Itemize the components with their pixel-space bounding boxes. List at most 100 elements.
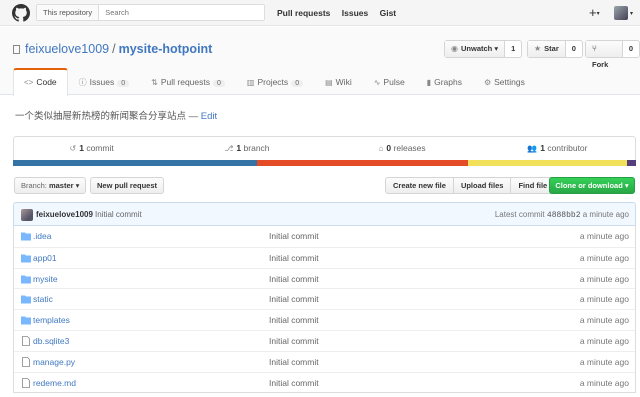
file-row[interactable]: db.sqlite3 Initial commit a minute ago xyxy=(14,329,635,351)
repo-summary: ↺ 1 commit ⎇ 1 branch ⌂ 0 releases 👥 1 contr… xyxy=(13,136,636,160)
folder-icon xyxy=(21,316,31,325)
language-segment xyxy=(256,160,469,166)
nav-gist[interactable]: Gist xyxy=(380,8,397,18)
file-row[interactable]: manage.py Initial commit a minute ago xyxy=(14,350,635,372)
file-commit-message[interactable]: Initial commit xyxy=(269,231,319,241)
pr-count: 0 xyxy=(213,80,225,87)
language-segment xyxy=(468,160,627,166)
repo-owner-link[interactable]: feixuelove1009 xyxy=(25,42,109,56)
tab-pull-requests[interactable]: ⇅ Pull requests 0 xyxy=(140,68,236,96)
project-icon: ▥ xyxy=(246,78,255,87)
new-pull-request-button[interactable]: New pull request xyxy=(90,177,165,194)
nav-pull-requests[interactable]: Pull requests xyxy=(277,8,330,18)
star-count[interactable]: 0 xyxy=(566,41,582,57)
graph-icon: ▮ xyxy=(426,78,432,87)
avatar-chevron-down-icon[interactable]: ▾ xyxy=(630,10,633,17)
repo-title: feixuelove1009/mysite-hotpoint xyxy=(13,42,212,56)
search-scope-label: This repository xyxy=(37,5,100,20)
branch-select[interactable]: Branch: master ▾ xyxy=(14,177,87,194)
top-header: This repository Pull requests Issues Gis… xyxy=(0,0,640,26)
file-name-link[interactable]: static xyxy=(33,294,53,304)
commit-author[interactable]: feixuelove1009 xyxy=(36,210,93,219)
file-commit-message[interactable]: Initial commit xyxy=(269,357,319,367)
repo-separator: / xyxy=(112,42,116,56)
top-nav: Pull requests Issues Gist xyxy=(277,8,405,18)
file-row[interactable]: app01 Initial commit a minute ago xyxy=(14,246,635,268)
file-commit-message[interactable]: Initial commit xyxy=(269,274,319,284)
create-new-button[interactable]: +▾ xyxy=(589,5,600,20)
issues-count: 0 xyxy=(117,80,130,87)
language-segment xyxy=(626,160,636,166)
nav-issues[interactable]: Issues xyxy=(342,8,368,18)
file-row[interactable]: mysite Initial commit a minute ago xyxy=(14,267,635,289)
releases-link[interactable]: ⌂ 0 releases xyxy=(325,137,480,160)
tab-code[interactable]: <> Code xyxy=(13,68,68,96)
file-commit-message[interactable]: Initial commit xyxy=(269,253,319,263)
contributors-link[interactable]: 👥 1 contributor xyxy=(480,137,635,160)
commit-sha[interactable]: 4888bb2 xyxy=(547,211,581,220)
edit-description-link[interactable]: Edit xyxy=(201,111,217,122)
file-age: a minute ago xyxy=(579,252,629,263)
fork-count[interactable]: 0 xyxy=(623,41,639,57)
eye-icon: ◉ xyxy=(451,44,458,53)
file-age: a minute ago xyxy=(579,315,629,326)
file-commit-message[interactable]: Initial commit xyxy=(269,294,319,304)
file-name-link[interactable]: templates xyxy=(33,315,70,325)
file-row[interactable]: redeme.md Initial commit a minute ago xyxy=(14,371,635,393)
commit-author-avatar[interactable] xyxy=(21,209,33,221)
latest-commit-info: Latest commit 4888bb2 a minute ago xyxy=(494,210,629,220)
upload-files-button[interactable]: Upload files xyxy=(454,178,512,193)
wiki-icon: ▤ xyxy=(325,78,333,87)
file-name-link[interactable]: mysite xyxy=(33,274,58,284)
star-group: ★ Star 0 xyxy=(527,40,583,58)
branches-link[interactable]: ⎇ 1 branch xyxy=(169,137,324,160)
folder-icon xyxy=(21,275,31,284)
people-icon: 👥 xyxy=(527,144,538,153)
file-name-link[interactable]: .idea xyxy=(33,231,51,241)
tab-pulse[interactable]: ∿ Pulse xyxy=(363,68,416,96)
file-age: a minute ago xyxy=(579,377,629,388)
search-box[interactable]: This repository xyxy=(36,4,265,21)
file-actions: Create new file Upload files Find file xyxy=(385,177,556,194)
file-age: a minute ago xyxy=(579,231,629,241)
gear-icon: ⚙ xyxy=(483,78,492,87)
file-name-link[interactable]: redeme.md xyxy=(33,378,76,388)
user-avatar[interactable] xyxy=(614,6,628,20)
folder-icon xyxy=(21,295,31,304)
tab-wiki[interactable]: ▤ Wiki xyxy=(314,68,363,96)
commit-message[interactable]: Initial commit xyxy=(95,210,142,219)
tab-issues[interactable]: ⓘ Issues 0 xyxy=(68,68,140,96)
file-age: a minute ago xyxy=(579,356,629,367)
file-commit-message[interactable]: Initial commit xyxy=(269,315,319,325)
tab-settings[interactable]: ⚙ Settings xyxy=(473,68,536,96)
folder-icon xyxy=(21,254,31,263)
file-row[interactable]: static Initial commit a minute ago xyxy=(14,288,635,309)
tab-projects[interactable]: ▥ Projects 0 xyxy=(236,68,314,96)
pulse-icon: ∿ xyxy=(373,78,381,87)
projects-count: 0 xyxy=(291,80,304,87)
file-row[interactable]: templates Initial commit a minute ago xyxy=(14,309,635,330)
file-name-link[interactable]: db.sqlite3 xyxy=(33,336,69,346)
file-commit-message[interactable]: Initial commit xyxy=(269,378,319,388)
star-button[interactable]: ★ Star xyxy=(528,41,566,57)
fork-button[interactable]: ⑂Fork xyxy=(586,41,623,69)
create-new-file-button[interactable]: Create new file xyxy=(386,178,454,193)
repo-header: feixuelove1009/mysite-hotpoint ◉ Unwatch … xyxy=(0,27,640,96)
file-icon xyxy=(22,377,30,388)
find-file-button[interactable]: Find file xyxy=(511,178,554,193)
plus-icon: + xyxy=(589,5,597,20)
tab-graphs[interactable]: ▮ Graphs xyxy=(416,68,473,96)
search-input[interactable] xyxy=(99,5,264,20)
clone-download-button[interactable]: Clone or download ▾ xyxy=(549,177,635,194)
file-commit-message[interactable]: Initial commit xyxy=(269,336,319,346)
file-name-link[interactable]: manage.py xyxy=(33,357,75,367)
watch-group: ◉ Unwatch ▾ 1 xyxy=(444,40,523,58)
commits-link[interactable]: ↺ 1 commit xyxy=(14,137,169,160)
repo-name-link[interactable]: mysite-hotpoint xyxy=(119,42,213,56)
language-bar[interactable] xyxy=(13,160,636,166)
file-name-link[interactable]: app01 xyxy=(33,253,57,263)
github-logo-icon[interactable] xyxy=(12,4,30,22)
unwatch-button[interactable]: ◉ Unwatch ▾ xyxy=(445,41,506,57)
file-row[interactable]: .idea Initial commit a minute ago xyxy=(14,226,635,247)
watch-count[interactable]: 1 xyxy=(505,41,521,57)
